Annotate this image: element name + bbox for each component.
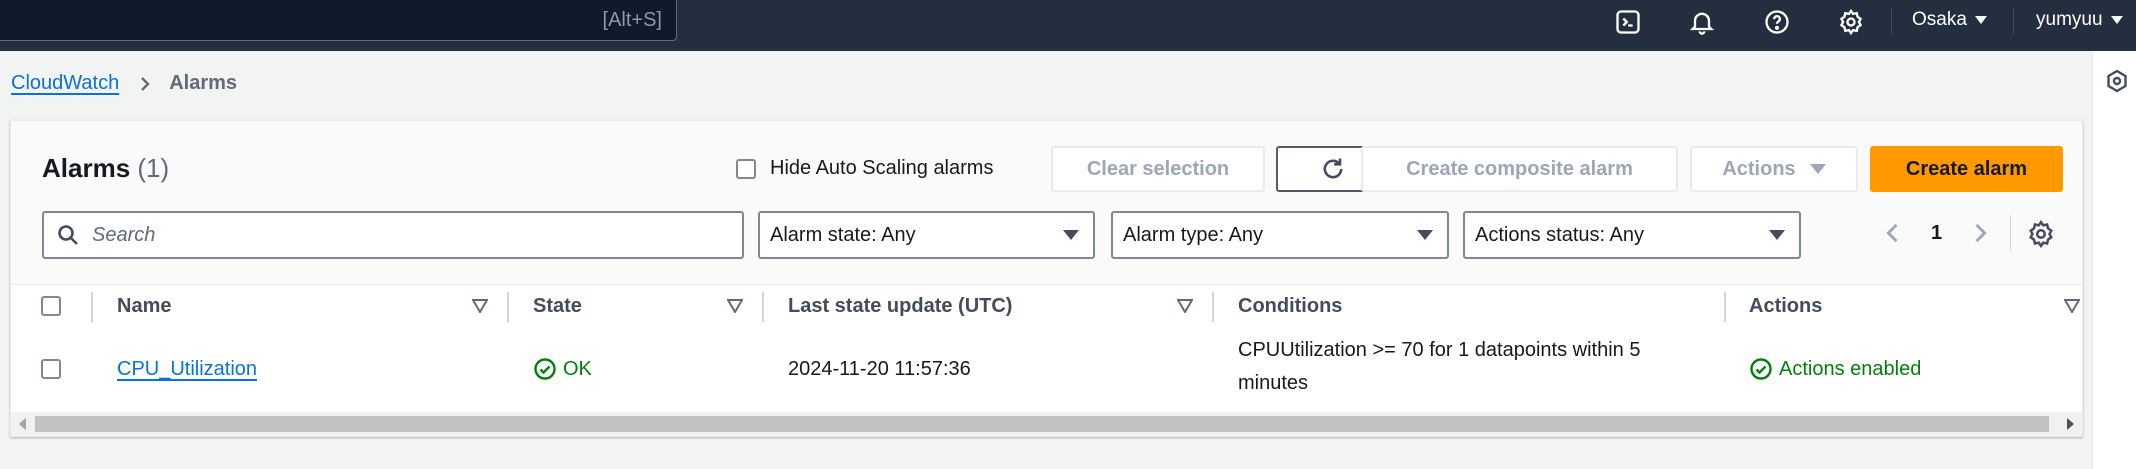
chevron-down-icon: [1063, 230, 1079, 240]
alarm-type-filter[interactable]: Alarm type: Any: [1111, 211, 1449, 259]
page-title-text: Alarms: [42, 153, 131, 183]
column-header-name[interactable]: Name: [117, 295, 171, 318]
breadcrumb-cloudwatch-link[interactable]: CloudWatch: [11, 72, 119, 95]
actions-dropdown-label: Actions: [1722, 157, 1796, 180]
page-title: Alarms (1): [42, 153, 169, 184]
alarm-state-status: OK: [533, 357, 592, 381]
scroll-right-arrow-icon[interactable]: [2067, 418, 2074, 430]
alarm-last-update: 2024-11-20 11:57:36: [788, 358, 971, 380]
alarm-state-filter[interactable]: Alarm state: Any: [758, 211, 1095, 259]
alarm-state-label: OK: [563, 357, 592, 380]
chevron-right-icon: [141, 76, 150, 91]
pagination: 1: [1879, 219, 1994, 247]
column-header-conditions[interactable]: Conditions: [1238, 295, 1342, 318]
nav-divider: [1891, 8, 1892, 34]
scrollbar-thumb[interactable]: [35, 416, 2049, 432]
search-input[interactable]: [92, 223, 712, 247]
help-icon[interactable]: [1761, 6, 1793, 38]
create-alarm-button[interactable]: Create alarm: [1870, 146, 2063, 192]
alarm-actions-status: Actions enabled: [1749, 357, 1921, 381]
actions-status-filter[interactable]: Actions status: Any: [1463, 211, 1801, 259]
actions-dropdown-button[interactable]: Actions: [1690, 146, 1858, 192]
search-filter[interactable]: [42, 211, 744, 259]
create-composite-alarm-button[interactable]: Create composite alarm: [1361, 146, 1678, 192]
column-header-actions[interactable]: Actions: [1749, 295, 1822, 318]
chevron-down-icon: [1769, 230, 1785, 240]
global-search-box[interactable]: [Alt+S]: [0, 0, 677, 41]
chevron-down-icon: [1417, 230, 1433, 240]
column-header-last-update[interactable]: Last state update (UTC): [788, 295, 1012, 318]
status-enabled-icon: [1750, 358, 1772, 380]
status-ok-icon: [534, 358, 556, 380]
region-label: Osaka: [1912, 9, 1967, 30]
top-navigation-bar: [Alt+S] Osaka yumyuu: [0, 0, 2136, 51]
sort-caret-icon[interactable]: [727, 299, 743, 313]
sort-caret-icon[interactable]: [2064, 299, 2080, 313]
column-divider: [762, 292, 764, 322]
refresh-icon: [1323, 158, 1342, 179]
breadcrumb: CloudWatch Alarms: [11, 72, 237, 95]
breadcrumb-current: Alarms: [169, 72, 238, 94]
alarm-conditions: CPUUtilization >= 70 for 1 datapoints wi…: [1238, 339, 1641, 394]
settings-icon[interactable]: [1835, 6, 1867, 38]
alarm-name-link[interactable]: CPU_Utilization: [117, 358, 257, 381]
actions-status-filter-value: Actions status: Any: [1475, 223, 1644, 246]
column-divider: [507, 292, 509, 322]
sort-caret-icon[interactable]: [472, 299, 488, 313]
search-icon: [58, 225, 78, 245]
nav-divider: [2013, 8, 2014, 34]
sort-caret-icon[interactable]: [1177, 299, 1193, 313]
side-panel-rail: [2092, 51, 2136, 469]
hide-auto-scaling-toggle[interactable]: Hide Auto Scaling alarms: [736, 157, 993, 180]
horizontal-scrollbar[interactable]: [11, 412, 2082, 436]
column-divider: [91, 292, 93, 322]
table-preferences-gear-icon[interactable]: [2026, 219, 2056, 249]
select-all-checkbox[interactable]: [41, 296, 61, 316]
alarm-type-filter-value: Alarm type: Any: [1123, 223, 1264, 246]
hide-auto-scaling-label: Hide Auto Scaling alarms: [770, 157, 994, 179]
column-divider: [1212, 292, 1214, 322]
search-shortcut-hint: [Alt+S]: [602, 9, 662, 31]
column-divider: [1724, 292, 1726, 322]
bell-icon[interactable]: [1686, 6, 1718, 38]
next-page-icon[interactable]: [1966, 219, 1994, 247]
current-page-number[interactable]: 1: [1931, 222, 1942, 245]
alarm-actions-label: Actions enabled: [1779, 357, 1922, 380]
region-selector[interactable]: Osaka: [1912, 9, 1987, 31]
pager-divider: [2010, 215, 2011, 251]
column-header-state[interactable]: State: [533, 295, 582, 318]
clear-selection-button[interactable]: Clear selection: [1051, 146, 1265, 192]
hide-auto-scaling-checkbox[interactable]: [736, 158, 756, 179]
user-label: yumyuu: [2036, 9, 2103, 30]
scroll-left-arrow-icon[interactable]: [19, 418, 26, 430]
assistant-icon[interactable]: [2105, 69, 2129, 93]
cloudshell-icon[interactable]: [1612, 6, 1644, 38]
previous-page-icon[interactable]: [1879, 219, 1907, 247]
chevron-down-icon: [1809, 164, 1826, 174]
alarm-count: (1): [137, 153, 170, 183]
alarms-table-container: Alarms (1) Hide Auto Scaling alarms Clea…: [10, 120, 2083, 437]
account-menu[interactable]: yumyuu: [2036, 9, 2123, 31]
chevron-down-icon: [2110, 16, 2123, 24]
chevron-down-icon: [1974, 16, 1987, 24]
row-select-checkbox[interactable]: [41, 359, 61, 379]
alarm-state-filter-value: Alarm state: Any: [770, 223, 916, 246]
